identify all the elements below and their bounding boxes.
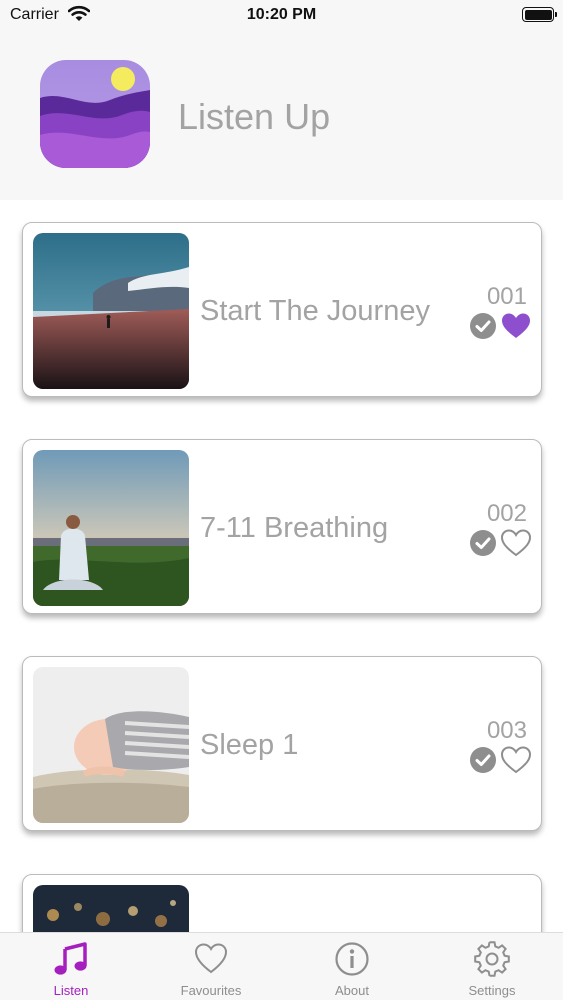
tab-label: About [335,983,369,998]
status-time: 10:20 PM [246,6,317,23]
track-title: Start The Journey [200,295,430,327]
music-note-icon [54,942,87,975]
track-list[interactable]: Start The Journey 001 7-11 Breathing 002… [0,200,563,932]
info-icon [335,942,369,976]
app-logo-icon [40,60,150,168]
favourite-heart-icon[interactable] [501,312,531,340]
track-title: 7-11 Breathing [200,512,389,544]
gear-icon [474,941,510,977]
track-image [33,450,189,606]
track-card[interactable]: 7-11 Breathing 002 [22,439,542,614]
completed-check-icon [470,313,496,339]
track-title: Sleep 1 [200,729,299,761]
track-card[interactable]: Sleep 1 003 [22,656,542,831]
tab-label: Listen [53,983,89,998]
track-card[interactable] [22,874,542,932]
tab-settings[interactable]: Settings [422,933,562,1000]
tab-about[interactable]: About [282,933,422,1000]
battery-icon [522,7,557,22]
tab-label: Favourites [180,983,242,998]
track-number: 001 [486,283,527,310]
tab-listen[interactable]: Listen [1,933,141,1000]
favourite-heart-icon[interactable] [501,746,531,774]
heart-icon [194,943,228,974]
completed-check-icon [470,747,496,773]
tab-bar: Listen Favourites About Settings [0,932,563,1000]
favourite-heart-icon[interactable] [501,529,531,557]
track-image [33,667,189,823]
app-title: Listen Up [178,96,331,137]
completed-check-icon [470,530,496,556]
track-number: 002 [486,500,527,527]
track-image [33,233,189,389]
app-header: Listen Up [0,30,563,200]
track-number: 003 [486,717,527,744]
tab-label: Settings [468,983,516,998]
track-image [33,885,189,932]
status-bar: Carrier 10:20 PM [0,0,563,30]
track-card[interactable]: Start The Journey 001 [22,222,542,397]
tab-favourites[interactable]: Favourites [141,933,281,1000]
